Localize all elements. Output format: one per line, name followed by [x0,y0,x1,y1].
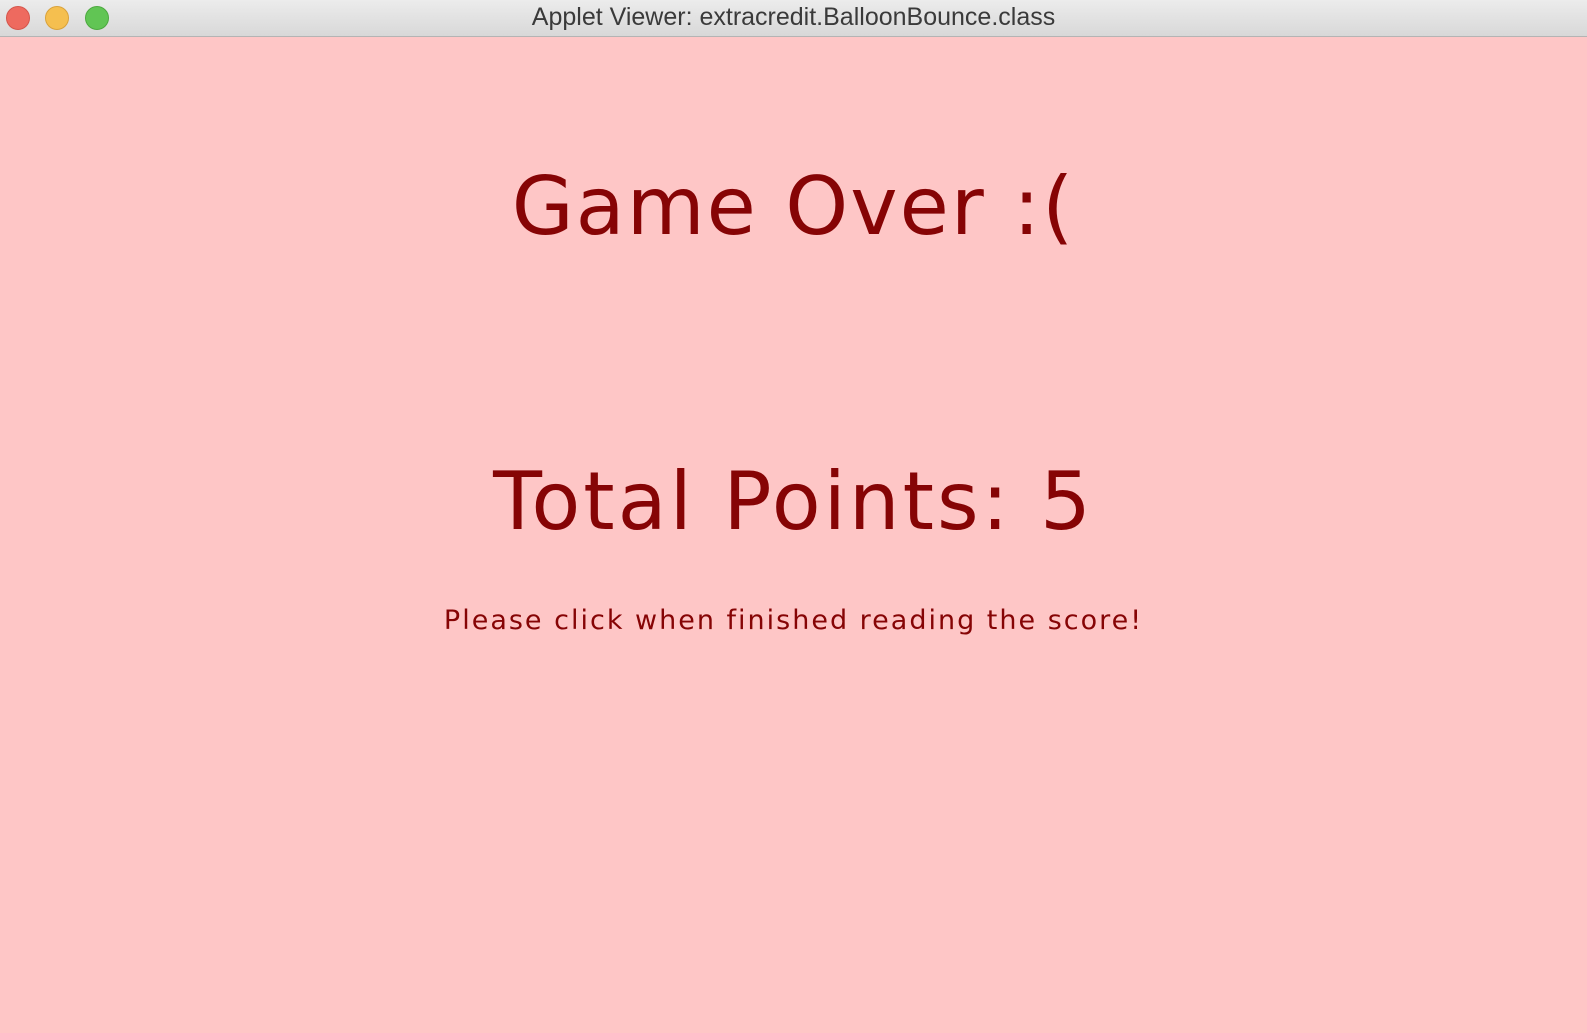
window-title: Applet Viewer: extracredit.BalloonBounce… [531,3,1056,31]
game-canvas[interactable]: Game Over :( Total Points: 5 Please clic… [0,37,1587,1033]
game-over-heading: Game Over :( [511,160,1076,253]
title-bar[interactable]: Applet Viewer: extracredit.BalloonBounce… [0,0,1587,37]
click-instruction: Please click when finished reading the s… [443,605,1144,636]
total-points-text: Total Points: 5 [493,455,1094,548]
applet-viewer-window: Applet Viewer: extracredit.BalloonBounce… [0,0,1587,1033]
